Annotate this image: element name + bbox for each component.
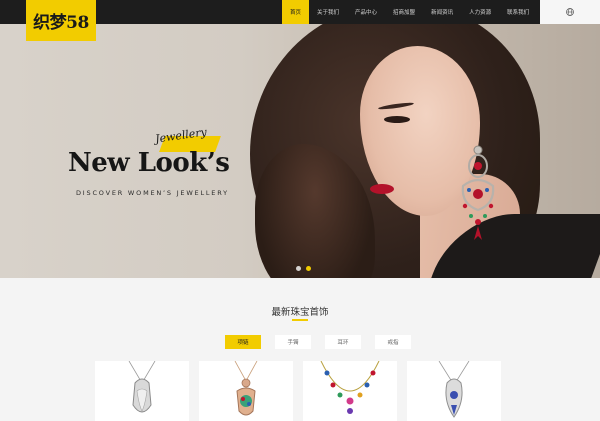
rose-gold-pendant-image [234,361,258,416]
nav-item-products[interactable]: 产品中心 [347,0,385,24]
product-grid [95,361,501,421]
tab-ring[interactable]: 戒指 [375,335,411,349]
silver-necklace-image [438,361,470,418]
tab-bracelet[interactable]: 手镯 [275,335,311,349]
hero-banner: Jewellery New Look’s DISCOVER WOMEN’S JE… [0,24,600,278]
slider-dot-2[interactable] [306,266,311,271]
nav-item-home[interactable]: 首页 [282,0,310,24]
product-card[interactable] [199,361,293,421]
chandelier-earring-image [461,145,495,240]
site-logo[interactable]: 织梦58 [26,0,96,41]
nav-item-about[interactable]: 关于我们 [309,0,347,24]
product-card[interactable] [407,361,501,421]
category-tabs: 项链 手镯 耳环 戒指 [225,335,411,349]
hero-headline: New Look’s [68,148,230,178]
nav-label: 首页 [290,10,302,16]
nav-item-hr[interactable]: 人力资源 [461,0,499,24]
slider-dot-1[interactable] [296,266,301,271]
model-eye [384,116,410,123]
slider-dots [296,266,311,271]
nav-label: 人力资源 [469,10,492,16]
hero-subline: DISCOVER WOMEN’S JEWELLERY [76,189,229,197]
nav-item-news[interactable]: 新闻资讯 [423,0,461,24]
tab-necklace[interactable]: 项链 [225,335,261,349]
nav-label: 新闻资讯 [431,10,454,16]
title-underline [292,319,308,321]
main-nav: 首页 关于我们 产品中心 招商加盟 新闻资讯 人力资源 联系我们 [282,0,537,24]
product-card[interactable] [95,361,189,421]
hero-copy: Jewellery New Look’s DISCOVER WOMEN’S JE… [0,24,280,278]
nav-label: 联系我们 [507,10,530,16]
silver-pendant-image [128,361,156,413]
nav-label: 关于我们 [317,10,340,16]
product-card[interactable] [303,361,397,421]
tab-earring[interactable]: 耳环 [325,335,361,349]
model-lips [370,184,394,194]
language-button[interactable] [540,0,600,24]
logo-text: 织梦58 [33,13,89,33]
globe-icon [566,8,574,16]
gemstone-necklace-image [320,361,380,414]
section-title: 最新珠宝首饰 [271,307,329,318]
nav-item-contact[interactable]: 联系我们 [499,0,537,24]
nav-label: 产品中心 [355,10,378,16]
nav-item-franchise[interactable]: 招商加盟 [385,0,423,24]
nav-label: 招商加盟 [393,10,416,16]
